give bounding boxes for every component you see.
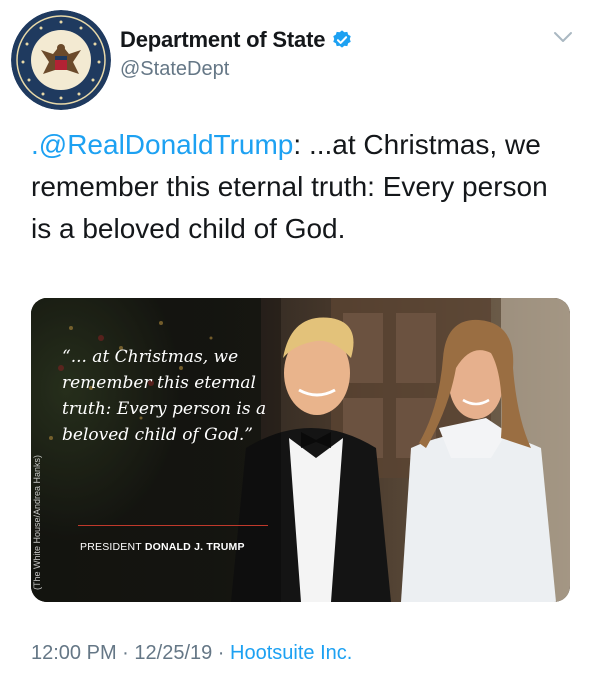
attribution-prefix: PRESIDENT — [80, 541, 142, 553]
quote-divider — [78, 525, 268, 526]
name-row: Department of State — [120, 27, 353, 53]
media-attribution: PRESIDENT DONALD J. TRUMP — [80, 541, 245, 553]
mention-link[interactable]: .@RealDonaldTrump — [31, 129, 293, 160]
tweet-time[interactable]: 12:00 PM — [31, 642, 117, 664]
footer-separator-2: · — [212, 642, 231, 664]
photo-credit: (The White House/Andrea Hanks) — [32, 454, 42, 590]
handle[interactable]: @StateDept — [120, 58, 229, 81]
tweet-header: Department of State @StateDept — [0, 0, 591, 110]
department-of-state-seal-icon — [11, 10, 111, 110]
footer-separator: · — [116, 642, 135, 664]
tweet-date[interactable]: 12/25/19 — [134, 642, 212, 664]
tweet-source-link[interactable]: Hootsuite Inc. — [230, 642, 352, 664]
media-quote: “... at Christmas, we remember this eter… — [62, 347, 267, 445]
verified-badge-icon — [333, 30, 351, 48]
avatar[interactable] — [11, 10, 111, 110]
tweet-footer: 12:00 PM · 12/25/19 · Hootsuite Inc. — [31, 642, 352, 665]
chevron-down-icon[interactable] — [553, 30, 573, 44]
attribution-name: DONALD J. TRUMP — [144, 541, 245, 553]
display-name[interactable]: Department of State — [120, 27, 325, 53]
tweet-text: .@RealDonaldTrump: ...at Christmas, we r… — [31, 124, 571, 250]
